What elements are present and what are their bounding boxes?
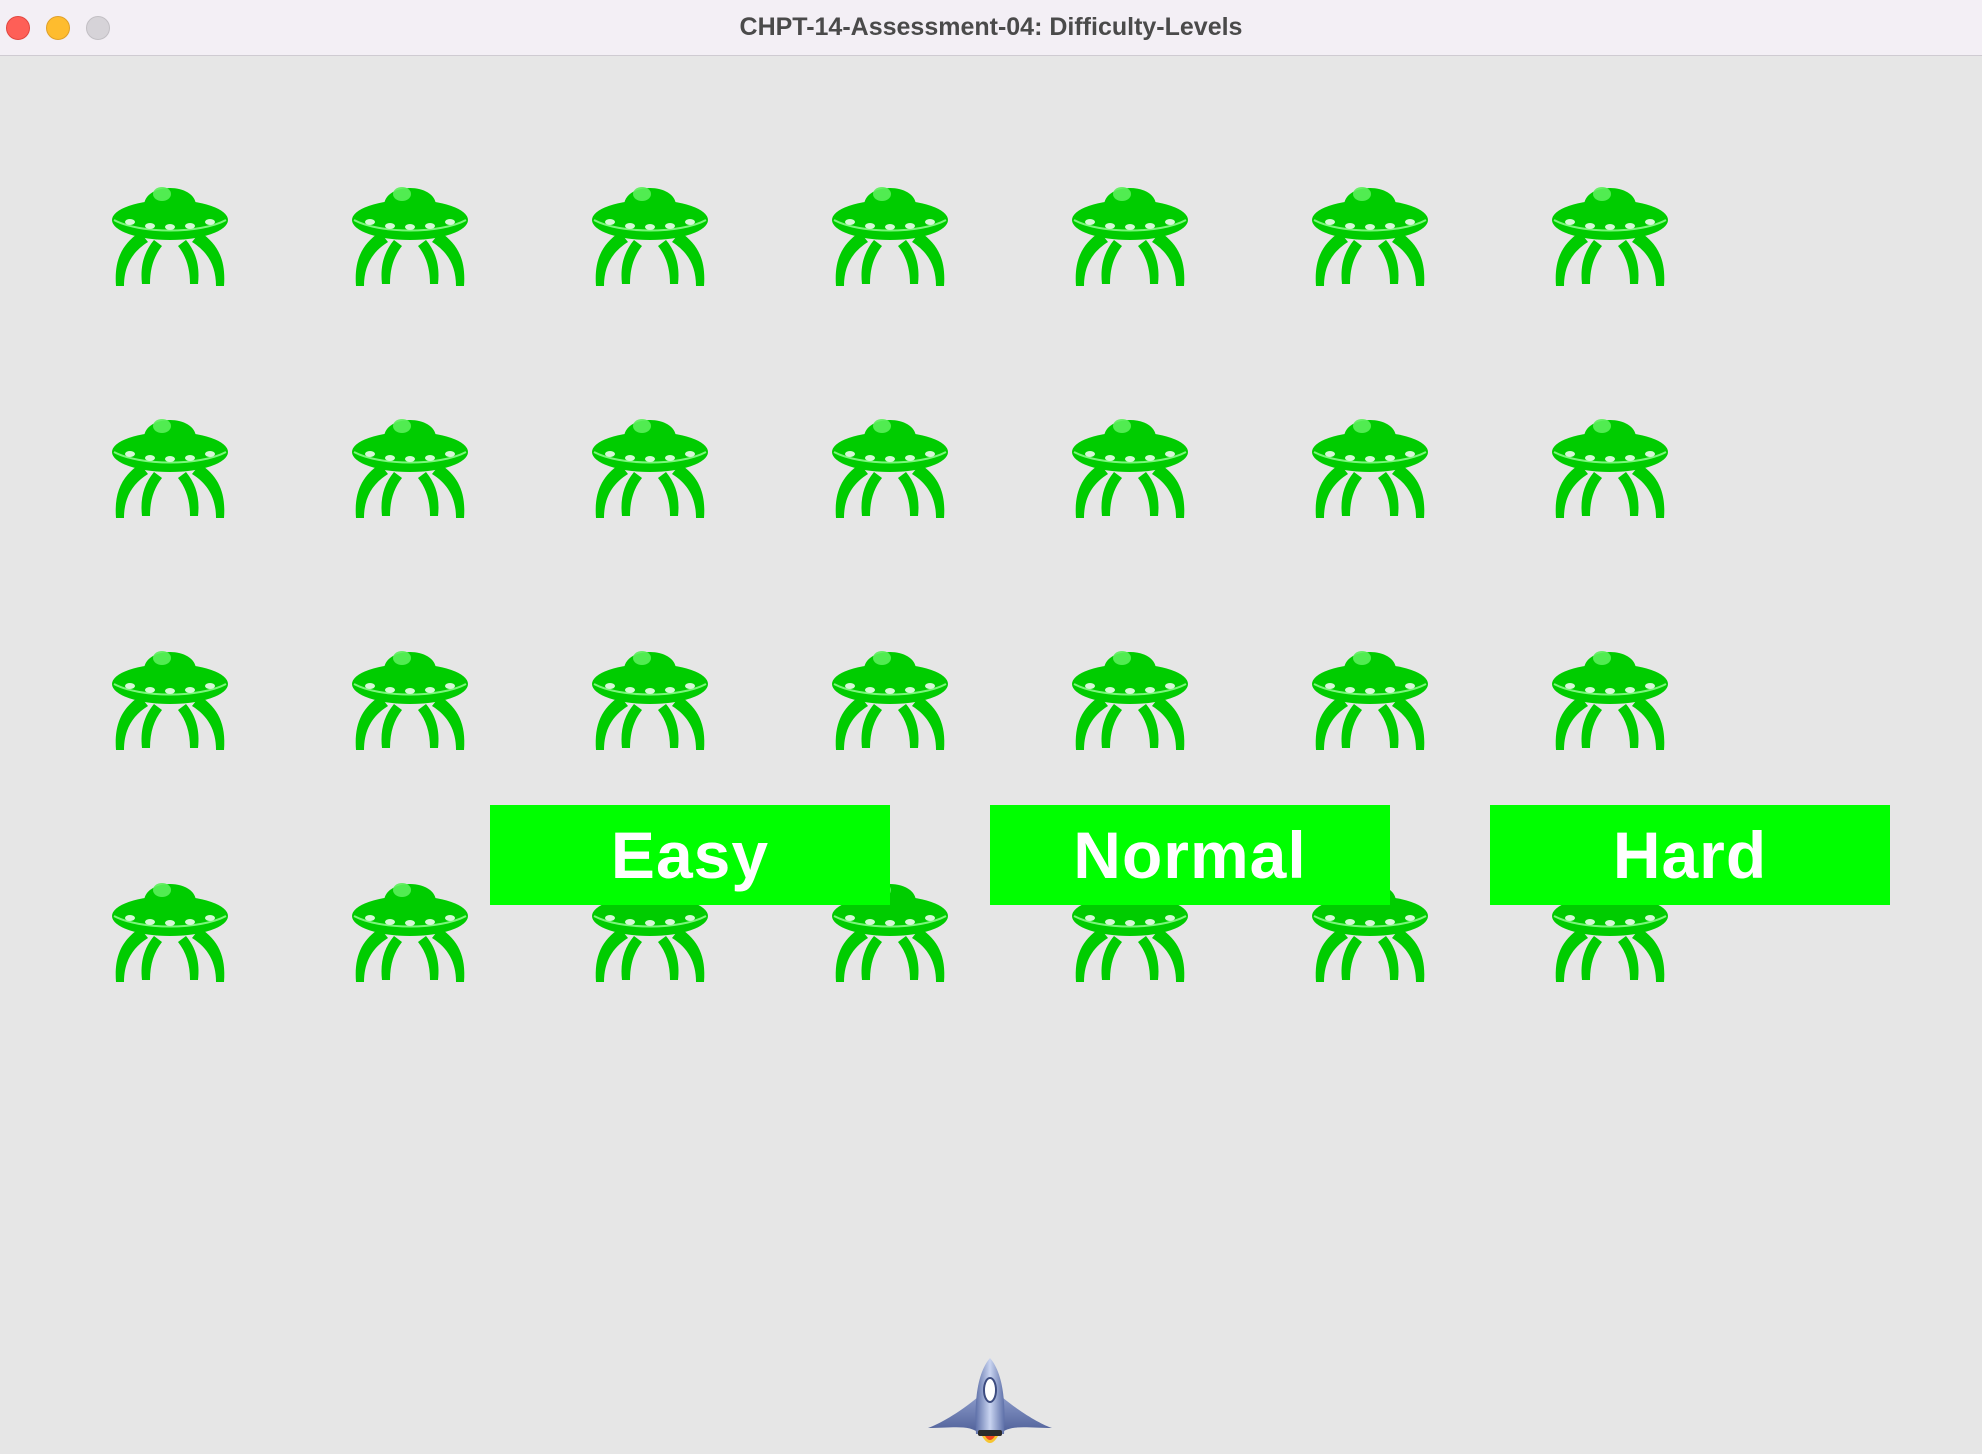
alien-icon xyxy=(1310,170,1430,288)
alien-icon xyxy=(110,170,230,288)
alien-icon xyxy=(110,402,230,520)
game-canvas[interactable]: Easy Normal Hard xyxy=(0,56,1982,1454)
alien-icon xyxy=(830,634,950,752)
alien-icon xyxy=(350,402,470,520)
alien-icon xyxy=(110,634,230,752)
alien-icon xyxy=(350,170,470,288)
alien-icon xyxy=(830,402,950,520)
window-title: CHPT-14-Assessment-04: Difficulty-Levels xyxy=(739,13,1243,41)
alien-icon xyxy=(1310,634,1430,752)
alien-icon xyxy=(350,634,470,752)
alien-icon xyxy=(1550,402,1670,520)
alien-icon xyxy=(1310,402,1430,520)
spaceship-icon xyxy=(928,1358,1052,1454)
normal-button[interactable]: Normal xyxy=(990,805,1390,905)
easy-button[interactable]: Easy xyxy=(490,805,890,905)
alien-icon xyxy=(590,170,710,288)
alien-icon xyxy=(1070,402,1190,520)
alien-icon xyxy=(830,170,950,288)
alien-icon xyxy=(1070,170,1190,288)
alien-icon xyxy=(350,866,470,984)
alien-icon xyxy=(1550,634,1670,752)
alien-icon xyxy=(1070,634,1190,752)
app-window: CHPT-14-Assessment-04: Difficulty-Levels xyxy=(0,0,1982,1454)
alien-icon xyxy=(590,634,710,752)
alien-icon xyxy=(1550,170,1670,288)
hard-button[interactable]: Hard xyxy=(1490,805,1890,905)
title-bar: CHPT-14-Assessment-04: Difficulty-Levels xyxy=(0,0,1982,56)
alien-icon xyxy=(110,866,230,984)
alien-icon xyxy=(590,402,710,520)
